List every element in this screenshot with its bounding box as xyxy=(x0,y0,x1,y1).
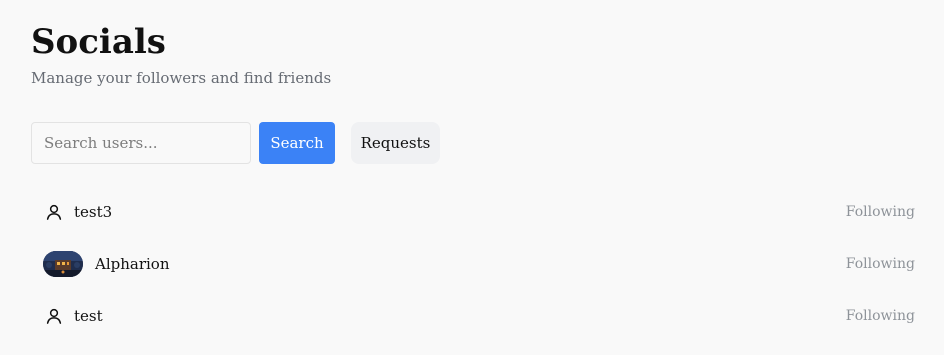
username: test xyxy=(74,307,103,325)
search-input[interactable] xyxy=(31,122,251,164)
username: test3 xyxy=(74,203,113,221)
search-button[interactable]: Search xyxy=(259,122,335,164)
following-status: Following xyxy=(845,204,915,220)
user-icon xyxy=(44,306,64,326)
user-row-test3[interactable]: test3 Following xyxy=(31,186,921,238)
user-icon xyxy=(44,202,64,222)
page-title: Socials xyxy=(31,22,166,62)
avatar xyxy=(43,251,83,277)
username: Alpharion xyxy=(95,255,170,273)
page-subtitle: Manage your followers and find friends xyxy=(31,69,332,87)
user-row-alpharion[interactable]: Alpharion Following xyxy=(31,238,921,290)
requests-button[interactable]: Requests xyxy=(351,122,440,164)
user-row-test[interactable]: test Following xyxy=(31,290,921,342)
following-status: Following xyxy=(845,256,915,272)
following-status: Following xyxy=(845,308,915,324)
